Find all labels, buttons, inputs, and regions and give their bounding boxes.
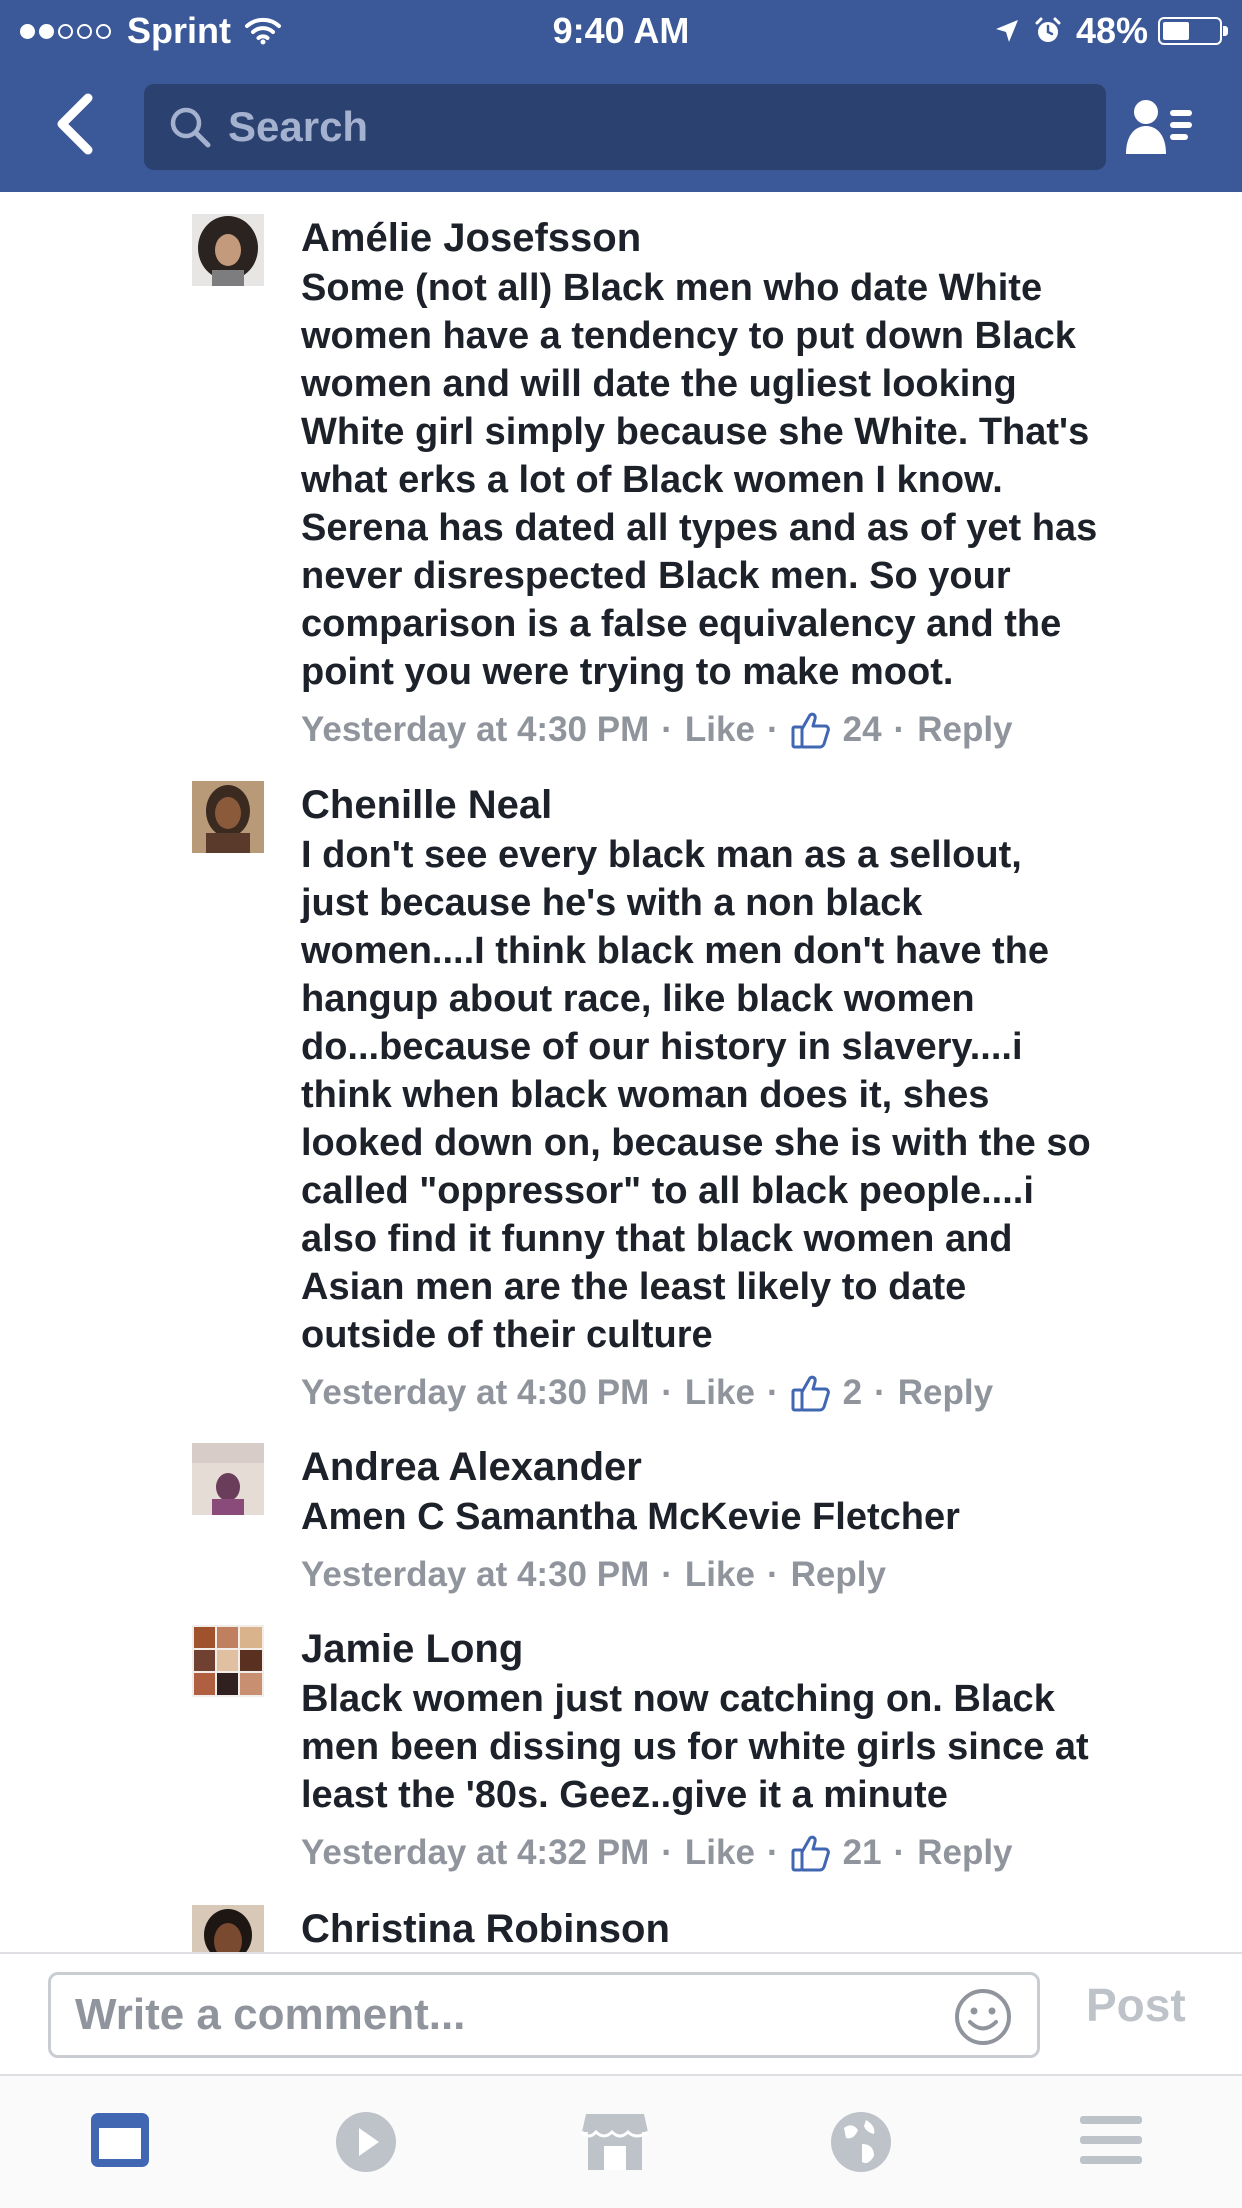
status-bar: Sprint 9:40 AM 48% xyxy=(0,0,1242,62)
tab-news-feed[interactable] xyxy=(88,2110,158,2174)
thumbs-up-icon xyxy=(791,1374,831,1412)
comment-composer: Write a comment... Post xyxy=(0,1952,1242,2076)
separator-dot: · xyxy=(661,1373,673,1412)
reply-button[interactable]: Reply xyxy=(898,1369,993,1417)
emoji-button[interactable] xyxy=(953,1987,1013,2058)
comment-author[interactable]: Amélie Josefsson xyxy=(301,214,1202,262)
comment-timestamp[interactable]: Yesterday at 4:30 PM xyxy=(301,1369,649,1417)
globe-notifications-icon xyxy=(831,2112,891,2172)
tab-menu[interactable] xyxy=(1078,2110,1148,2174)
menu-icon xyxy=(1080,2116,1142,2164)
reply-button[interactable]: Reply xyxy=(791,1551,886,1599)
comment-text: Black women just now catching on. Black … xyxy=(301,1678,1089,1816)
post-button[interactable]: Post xyxy=(1086,1978,1186,2032)
comment-body: Christina Robinson xyxy=(301,1905,1202,1952)
comment-meta: Yesterday at 4:32 PM · Like · 21 · Reply xyxy=(301,1829,1202,1877)
profile-photo xyxy=(192,781,264,853)
comment-author[interactable]: Andrea Alexander xyxy=(301,1443,1202,1491)
comment-input-placeholder: Write a comment... xyxy=(75,1990,466,2039)
comment-author[interactable]: Christina Robinson xyxy=(301,1905,1202,1952)
separator-dot: · xyxy=(661,1555,673,1594)
location-arrow-icon xyxy=(994,18,1020,44)
battery-percent: 48% xyxy=(1075,10,1148,51)
comment-author[interactable]: Chenille Neal xyxy=(301,781,1202,829)
video-play-icon xyxy=(336,2112,396,2172)
avatar[interactable] xyxy=(192,1905,264,1952)
comment-timestamp[interactable]: Yesterday at 4:30 PM xyxy=(301,1551,649,1599)
separator-dot: · xyxy=(766,710,779,749)
comment-input[interactable]: Write a comment... xyxy=(48,1972,1040,2058)
battery-icon xyxy=(1158,17,1228,45)
separator-dot: · xyxy=(893,1833,906,1872)
comment-body: Jamie Long Black women just now catching… xyxy=(301,1625,1202,1877)
separator-dot: · xyxy=(766,1373,779,1412)
like-count[interactable]: 24 xyxy=(843,706,882,754)
like-button[interactable]: Like xyxy=(685,1369,755,1417)
thumbs-up-icon xyxy=(791,1834,831,1872)
comments-feed[interactable]: Amélie Josefsson Some (not all) Black me… xyxy=(0,192,1242,1952)
friend-requests-button[interactable] xyxy=(1124,96,1194,158)
profile-photo xyxy=(192,1443,264,1515)
comment-body: Andrea Alexander Amen C Samantha McKevie… xyxy=(301,1443,1202,1599)
avatar[interactable] xyxy=(192,1625,264,1697)
like-count[interactable]: 2 xyxy=(843,1369,862,1417)
news-feed-icon xyxy=(91,2113,149,2167)
smiley-icon xyxy=(955,1989,1011,2045)
profile-photo xyxy=(192,214,264,286)
tab-video[interactable] xyxy=(333,2110,403,2174)
reply-button[interactable]: Reply xyxy=(917,1829,1012,1877)
separator-dot: · xyxy=(661,1833,673,1872)
comment-body: Amélie Josefsson Some (not all) Black me… xyxy=(301,214,1202,754)
separator-dot: · xyxy=(893,710,906,749)
status-right: 48% xyxy=(994,10,1228,52)
comment-text: Amen C Samantha McKevie Fletcher xyxy=(301,1496,960,1538)
comment-meta: Yesterday at 4:30 PM · Like · 2 · Reply xyxy=(301,1369,1202,1417)
tab-notifications[interactable] xyxy=(828,2110,898,2174)
search-icon xyxy=(170,107,211,148)
battery-fill xyxy=(1163,22,1189,40)
comment-author[interactable]: Jamie Long xyxy=(301,1625,1202,1673)
bottom-tab-bar xyxy=(0,2076,1242,2208)
avatar[interactable] xyxy=(192,1443,264,1515)
marketplace-icon xyxy=(580,2114,649,2170)
separator-dot: · xyxy=(874,1373,886,1412)
like-button[interactable]: Like xyxy=(685,706,755,754)
like-count[interactable]: 21 xyxy=(843,1829,882,1877)
comment-meta: Yesterday at 4:30 PM · Like · Reply xyxy=(301,1551,1202,1599)
avatar[interactable] xyxy=(192,214,264,286)
profile-photo xyxy=(192,1905,264,1952)
back-button[interactable] xyxy=(50,92,110,162)
comment-text: Some (not all) Black men who date White … xyxy=(301,267,1098,693)
comment-meta: Yesterday at 4:30 PM · Like · 24 · Reply xyxy=(301,706,1202,754)
thumbs-up-icon xyxy=(791,711,831,749)
separator-dot: · xyxy=(766,1833,779,1872)
battery-tip xyxy=(1223,26,1228,36)
avatar[interactable] xyxy=(192,781,264,853)
like-button[interactable]: Like xyxy=(685,1829,755,1877)
search-input[interactable]: Search xyxy=(144,84,1106,170)
chevron-left-icon xyxy=(57,93,93,155)
alarm-clock-icon xyxy=(1034,17,1062,45)
like-button[interactable]: Like xyxy=(685,1551,755,1599)
top-bar: Sprint 9:40 AM 48% Search xyxy=(0,0,1242,192)
comment-timestamp[interactable]: Yesterday at 4:32 PM xyxy=(301,1829,649,1877)
separator-dot: · xyxy=(766,1555,779,1594)
comment-text: I don't see every black man as a sellout… xyxy=(301,834,1091,1356)
reply-button[interactable]: Reply xyxy=(917,706,1012,754)
search-placeholder: Search xyxy=(228,103,369,150)
separator-dot: · xyxy=(661,710,673,749)
comment-timestamp[interactable]: Yesterday at 4:30 PM xyxy=(301,706,649,754)
profile-photo xyxy=(192,1625,264,1697)
friends-list-icon xyxy=(1126,100,1192,154)
tab-marketplace[interactable] xyxy=(580,2110,650,2174)
comment-body: Chenille Neal I don't see every black ma… xyxy=(301,781,1202,1417)
